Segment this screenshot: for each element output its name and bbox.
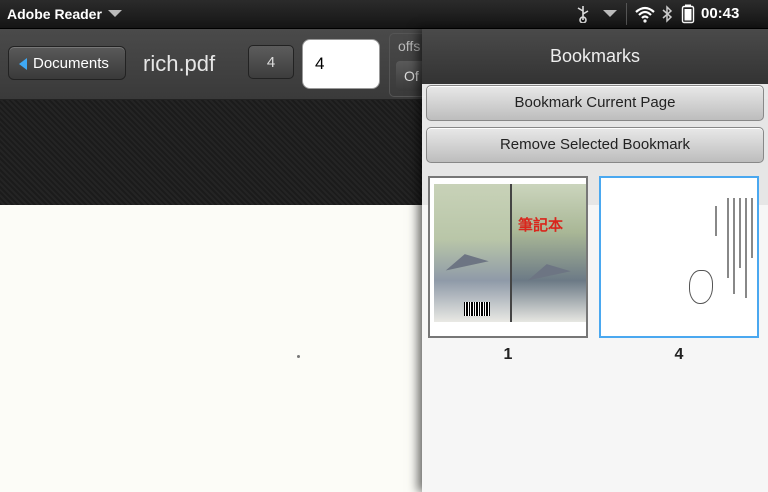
- app-name[interactable]: Adobe Reader: [7, 6, 102, 22]
- book-cover-title: 筆記本: [518, 217, 564, 234]
- status-bar: Adobe Reader 00:43: [0, 0, 768, 29]
- text-column: [739, 198, 741, 268]
- book-cover-back: [434, 184, 510, 322]
- portrait-sketch: [689, 270, 713, 304]
- offset-label: offs: [398, 38, 421, 54]
- page-number-badge[interactable]: 4: [248, 45, 294, 79]
- page-speck: [297, 355, 300, 358]
- bookmarks-title: Bookmarks: [549, 46, 641, 66]
- text-column: [715, 206, 717, 236]
- plane-graphic: [443, 249, 489, 271]
- text-column: [727, 198, 729, 278]
- usb-icon: [576, 5, 590, 28]
- back-arrow-icon: [19, 58, 27, 70]
- documents-back-label: Documents: [33, 55, 109, 72]
- clock: 00:43: [701, 5, 740, 22]
- app-menu-arrow-icon[interactable]: [108, 10, 122, 17]
- remove-selected-bookmark-button[interactable]: Remove Selected Bookmark: [426, 127, 764, 163]
- bookmark-thumbnail-2-selected[interactable]: [599, 176, 759, 338]
- bookmarks-header: Bookmarks: [422, 29, 768, 84]
- plane-graphic: [525, 259, 571, 281]
- status-divider: [626, 3, 627, 25]
- text-column: [745, 198, 747, 298]
- bookmarks-panel: Bookmarks Bookmark Current Page Remove S…: [422, 29, 768, 492]
- page-number-input[interactable]: 4: [302, 39, 380, 89]
- notifications-arrow-icon[interactable]: [603, 10, 617, 17]
- battery-icon: [681, 4, 695, 29]
- wifi-icon: [634, 5, 656, 28]
- bookmark-current-page-button[interactable]: Bookmark Current Page: [426, 85, 764, 121]
- bookmark-page-number: 1: [503, 346, 513, 363]
- text-column: [733, 198, 735, 294]
- barcode: [464, 302, 490, 316]
- bluetooth-icon: [661, 5, 673, 28]
- bookmark-thumbnail-1[interactable]: 筆記本: [428, 176, 588, 338]
- text-column: [751, 198, 753, 258]
- book-cover-front: [512, 184, 586, 322]
- document-title: rich.pdf: [143, 51, 216, 76]
- bookmark-page-number: 4: [674, 346, 684, 363]
- documents-back-button[interactable]: Documents: [8, 46, 126, 80]
